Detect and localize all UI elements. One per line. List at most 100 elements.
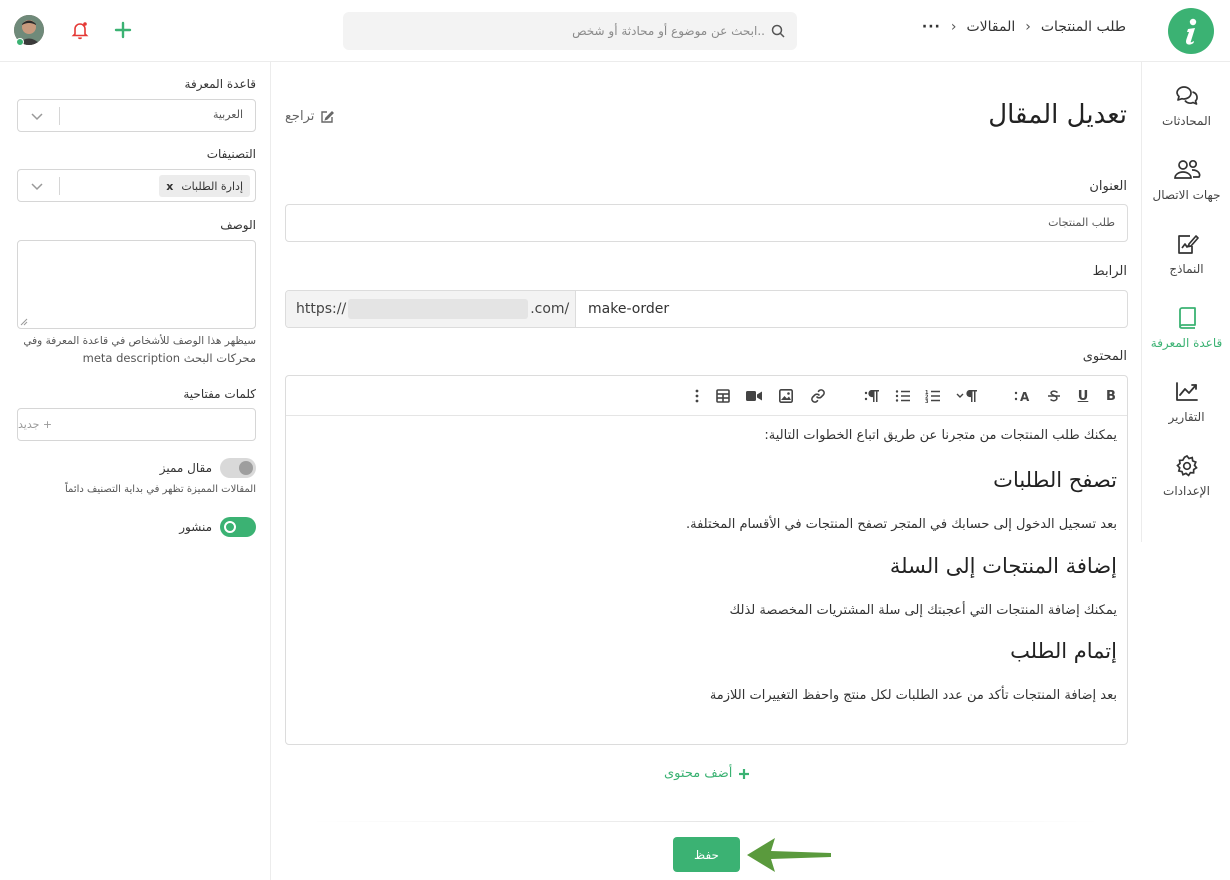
url-prefix-start: https:// (296, 301, 347, 317)
chevron-icon: ‹ (950, 19, 957, 35)
article-editor: تعديل المقال تراجع العنوان طلب المنتجات … (270, 62, 1141, 880)
title-value: طلب المنتجات (1048, 216, 1115, 229)
notification-bell-icon[interactable] (70, 20, 90, 40)
paragraph-dropdown[interactable] (955, 386, 979, 406)
more-options-button[interactable] (690, 386, 704, 406)
video-icon (746, 391, 762, 401)
featured-toggle[interactable] (220, 458, 256, 478)
description-hint: سيظهر هذا الوصف للأشخاص في قاعدة المعرفة… (23, 335, 256, 347)
nav-item-contacts[interactable]: جهات الاتصال (1142, 158, 1230, 202)
add-content-button[interactable]: أضف محتوى (664, 766, 750, 781)
content-heading: تصفح الطلبات (993, 468, 1117, 492)
content-heading: إتمام الطلب (1010, 639, 1117, 663)
app-logo[interactable] (1168, 8, 1214, 54)
published-toggle[interactable] (220, 517, 256, 537)
rich-text-editor[interactable]: B U A 123 يمكنك طلب المنتجات من متجرنا ع… (285, 375, 1128, 745)
text-size-button[interactable]: A (1013, 386, 1033, 406)
title-label: العنوان (1089, 179, 1127, 194)
nav-label: جهات الاتصال (1152, 188, 1221, 202)
more-icon[interactable]: ··· (922, 19, 941, 35)
breadcrumb-articles[interactable]: المقالات (966, 19, 1015, 35)
keywords-placeholder: + جديد (18, 418, 53, 431)
description-hint: محركات البحث meta description (82, 351, 256, 365)
video-button[interactable] (745, 386, 763, 406)
add-content-label: أضف محتوى (664, 766, 733, 781)
arrow-pointer-icon (745, 835, 833, 875)
category-chip: إدارة الطلبات x (159, 175, 250, 197)
featured-toggle-row: مقال مميز (160, 458, 256, 478)
content-paragraph: بعد إضافة المنتجات تأكد من عدد الطلبات ل… (709, 688, 1117, 703)
categories-label: التصنيفات (206, 147, 256, 161)
chevron-down-icon (31, 183, 43, 191)
published-toggle-row: منشور (179, 517, 256, 537)
nav-label: التقارير (1168, 410, 1205, 424)
article-settings-panel: قاعدة المعرفة العربية التصنيفات إدارة ال… (0, 62, 270, 552)
description-label: الوصف (220, 218, 256, 232)
title-input[interactable]: طلب المنتجات (285, 204, 1128, 242)
featured-label: مقال مميز (159, 461, 212, 475)
nav-item-reports[interactable]: التقارير (1142, 380, 1230, 424)
url-field: https:// .com/ make-order (285, 290, 1128, 328)
bold-button[interactable]: B (1104, 386, 1118, 406)
url-slug-input[interactable]: make-order (576, 291, 1127, 327)
contacts-icon (1173, 159, 1200, 179)
image-button[interactable] (777, 386, 795, 406)
url-prefix: https:// .com/ (286, 291, 576, 327)
search-icon (771, 24, 785, 38)
description-textarea[interactable] (17, 240, 256, 329)
add-icon[interactable] (113, 20, 133, 40)
revisions-link[interactable]: تراجع (285, 109, 335, 124)
nav-item-forms[interactable]: النماذج (1142, 232, 1230, 276)
redacted-domain (348, 299, 529, 319)
svg-text:3: 3 (925, 399, 929, 403)
knowledge-base-value: العربية (212, 108, 243, 121)
search-box[interactable]: ابحث عن موضوع أو محادثة أو شخص.. (343, 12, 797, 50)
search-placeholder: ابحث عن موضوع أو محادثة أو شخص.. (572, 24, 765, 38)
paragraph-icon (956, 390, 977, 402)
knowledge-base-select[interactable]: العربية (17, 99, 256, 132)
ordered-list-button[interactable]: 123 (924, 386, 942, 406)
remove-chip-icon[interactable]: x (166, 180, 173, 193)
bullet-list-button[interactable] (894, 386, 912, 406)
more-vertical-icon (695, 389, 699, 403)
chat-icon (1175, 86, 1198, 105)
nav-item-settings[interactable]: الإعدادات (1142, 454, 1230, 498)
ordered-list-icon: 123 (925, 390, 940, 403)
category-chip-label: إدارة الطلبات (181, 179, 243, 193)
side-navigation: المحادثات جهات الاتصال النماذج قاعدة الم… (1141, 62, 1230, 542)
online-status-dot (16, 38, 24, 46)
link-button[interactable] (809, 386, 827, 406)
edit-icon (321, 110, 335, 123)
nav-label: المحادثات (1162, 114, 1211, 128)
strikethrough-button[interactable] (1046, 386, 1062, 406)
content-paragraph: يمكنك طلب المنتجات من متجرنا عن طريق اتب… (764, 428, 1117, 443)
keywords-label: كلمات مفتاحية (183, 387, 256, 401)
plus-icon (739, 768, 750, 779)
strikethrough-icon (1048, 390, 1060, 402)
content-label: المحتوى (1082, 349, 1127, 364)
breadcrumb: ··· ‹ المقالات ‹ طلب المنتجات (922, 19, 1126, 35)
book-icon (1178, 307, 1196, 329)
select-separator (59, 177, 60, 195)
knowledge-base-label: قاعدة المعرفة (184, 77, 256, 91)
table-button[interactable] (714, 386, 732, 406)
categories-select[interactable]: إدارة الطلبات x (17, 169, 256, 202)
nav-item-knowledge-base[interactable]: قاعدة المعرفة (1142, 306, 1230, 350)
breadcrumb-current: طلب المنتجات (1040, 19, 1126, 35)
image-icon (779, 389, 793, 403)
chevron-icon: ‹ (1025, 19, 1031, 35)
text-size-icon: A (1014, 390, 1030, 403)
underline-button[interactable]: U (1076, 386, 1090, 406)
save-button[interactable]: حفظ (673, 837, 740, 872)
top-bar: ابحث عن موضوع أو محادثة أو شخص.. ··· ‹ ا… (0, 0, 1230, 62)
nav-label: الإعدادات (1163, 484, 1210, 498)
keywords-input[interactable]: + جديد (17, 408, 256, 441)
content-paragraph: بعد تسجيل الدخول إلى حسابك في المتجر تصف… (685, 517, 1117, 532)
resize-handle-icon[interactable] (20, 318, 28, 326)
page-title: تعديل المقال (988, 100, 1127, 130)
revisions-label: تراجع (285, 109, 315, 124)
nav-item-conversations[interactable]: المحادثات (1142, 84, 1230, 128)
editor-toolbar: B U A 123 (286, 376, 1127, 416)
table-icon (716, 389, 730, 403)
text-direction-button[interactable] (863, 386, 881, 406)
